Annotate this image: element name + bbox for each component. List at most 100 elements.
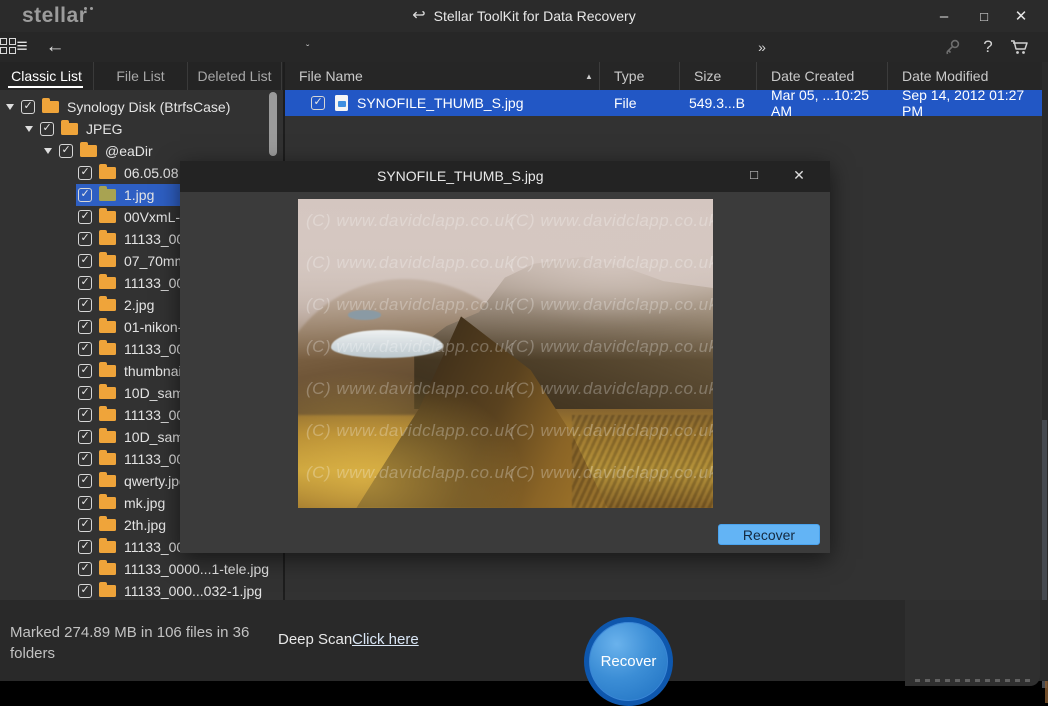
tree-checkbox[interactable] [78,276,92,290]
column-header-date-modified[interactable]: Date Modified [888,62,1046,90]
expand-toolbar-icon[interactable]: » [752,32,770,62]
window-title-wrap: ↩ Stellar ToolKit for Data Recovery [0,0,1048,32]
preview-dialog-title: SYNOFILE_THUMB_S.jpg [377,168,544,184]
tree-item-label: 11133_0000...1-tele.jpg [124,561,269,577]
tree-checkbox[interactable] [78,298,92,312]
tree-checkbox[interactable] [78,496,92,510]
marked-summary: Marked 274.89 MB in 106 files in 36 fold… [10,622,280,664]
tree-checkbox[interactable] [78,188,92,202]
tree-checkbox[interactable] [78,408,92,422]
clipped-text-sliver [915,679,1033,682]
expand-arrow-icon[interactable] [6,104,21,110]
tree-checkbox[interactable] [78,342,92,356]
tree-item--eadir[interactable]: @eaDir [0,140,283,162]
view-dropdown-chevron-icon[interactable]: ˇ [306,44,309,55]
row-checkbox[interactable] [311,96,325,110]
watermark-text: (C) www.davidclapp.co.uk [510,463,713,483]
tree-item-label: 11133_00 [124,451,184,467]
column-header-file-name[interactable]: File Name [285,62,600,90]
tree-checkbox[interactable] [21,100,35,114]
folder-icon [99,189,116,201]
tab-classic-list[interactable]: Classic List [0,62,94,90]
column-header-date-created[interactable]: Date Created [757,62,888,90]
tree-checkbox[interactable] [78,474,92,488]
file-name-text: SYNOFILE_THUMB_S.jpg [357,95,524,111]
tree-checkbox[interactable] [78,364,92,378]
cart-icon[interactable] [1006,32,1034,62]
tab-bar: Classic ListFile ListDeleted List [0,62,283,90]
tree-item-jpeg[interactable]: JPEG [0,118,283,140]
folder-icon [99,299,116,311]
tree-checkbox[interactable] [78,562,92,576]
column-header-size[interactable]: Size [680,62,757,90]
preview-close-icon[interactable]: ✕ [788,167,810,184]
deep-scan-label: Deep Scan [278,631,352,648]
tabs-and-header-strip: Classic ListFile ListDeleted List ▲ File… [0,62,1048,90]
cell-modified-text: Sep 14, 2012 01:27 PM [902,87,1046,119]
cell-size-text: 549.3...B [689,95,745,111]
tree-scrollbar-thumb[interactable] [269,92,277,156]
preview-dialog-titlebar: SYNOFILE_THUMB_S.jpg □ ✕ [180,161,830,192]
column-header-type[interactable]: Type [600,62,680,90]
tab-file-list[interactable]: File List [94,62,188,90]
tree-item-11133-0000-1-tele-jpg[interactable]: 11133_0000...1-tele.jpg [0,558,283,580]
tree-item-label: 11133_00 [124,231,184,247]
preview-maximize-icon[interactable]: □ [743,167,765,182]
app-window: stellar ↩ Stellar ToolKit for Data Recov… [0,0,1048,706]
menu-icon[interactable]: ≡ [10,32,34,62]
watermark-text: (C) www.davidclapp.co.uk [510,211,713,231]
tree-checkbox[interactable] [59,144,73,158]
folder-icon [99,585,116,597]
tree-item-label: 11133_000...032-1.jpg [124,583,262,599]
recover-dialog-button[interactable]: Recover [718,524,820,545]
tree-item-synology-disk-btrfscase-[interactable]: Synology Disk (BtrfsCase) [0,96,283,118]
maximize-button[interactable]: □ [967,0,1001,32]
folder-icon [42,101,59,113]
tree-item-label: qwerty.jpg [124,473,187,489]
close-button[interactable]: ✕ [1004,0,1038,32]
cell-file-name: SYNOFILE_THUMB_S.jpg [285,90,600,116]
tree-item-label: 11133_00 [124,407,184,423]
tree-item-label: 07_70mm [124,253,186,269]
toolkit-logo-icon: ↩ [412,5,425,25]
status-bar-right-panel [905,600,1040,686]
tree-checkbox[interactable] [78,452,92,466]
tree-item-label: Synology Disk (BtrfsCase) [67,99,230,115]
deep-scan-link[interactable]: Click here [352,631,419,648]
folder-icon [99,365,116,377]
activation-key-icon[interactable] [941,32,963,62]
tree-checkbox[interactable] [78,232,92,246]
tree-item-label: mk.jpg [124,495,165,511]
tree-item-label: 06.05.08 [124,165,179,181]
watermark-text: (C) www.davidclapp.co.uk [510,337,713,357]
cell-created: Mar 05, ...10:25 AM [757,90,888,116]
minimize-button[interactable]: – [927,0,961,32]
tab-deleted-list[interactable]: Deleted List [188,62,282,90]
tree-checkbox[interactable] [78,254,92,268]
table-row[interactable]: SYNOFILE_THUMB_S.jpgFile549.3...BMar 05,… [285,90,1043,116]
tree-item-label: 11133_00 [124,275,184,291]
back-icon[interactable]: ← [42,32,68,62]
help-icon[interactable]: ? [978,32,998,62]
tree-checkbox[interactable] [78,518,92,532]
folder-icon [99,167,116,179]
tree-checkbox[interactable] [40,122,54,136]
watermark-text: (C) www.davidclapp.co.uk [306,379,514,399]
tree-checkbox[interactable] [78,320,92,334]
toolbar: ≡ ← ˇ » ? [0,32,1048,62]
tree-item-label: 2th.jpg [124,517,166,533]
folder-icon [99,475,116,487]
tree-item-label: 11133_00 [124,539,184,555]
tree-checkbox[interactable] [78,430,92,444]
expand-arrow-icon[interactable] [44,148,59,154]
watermark-text: (C) www.davidclapp.co.uk [510,253,713,273]
tree-checkbox[interactable] [78,166,92,180]
recover-main-button[interactable]: Recover [584,617,673,706]
tree-checkbox[interactable] [78,584,92,598]
tree-item-11133-000-032-1-jpg[interactable]: 11133_000...032-1.jpg [0,580,283,600]
expand-arrow-icon[interactable] [25,126,40,132]
tree-checkbox[interactable] [78,386,92,400]
tree-checkbox[interactable] [78,540,92,554]
folder-icon [99,277,116,289]
tree-checkbox[interactable] [78,210,92,224]
